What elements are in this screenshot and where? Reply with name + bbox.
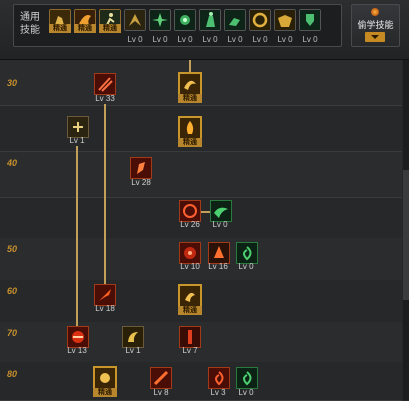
rising-kick-skill[interactable] <box>130 157 152 179</box>
skill-level: Lv 0 <box>302 35 318 44</box>
level-row: 40 <box>0 152 402 198</box>
level-row: 50 <box>0 238 402 284</box>
mastery-badge: 精通 <box>178 306 202 315</box>
skill-level: Lv 0 <box>277 35 293 44</box>
skill-level: Lv 28 <box>131 178 151 187</box>
green-star-icon[interactable] <box>149 9 171 31</box>
scrollbar-thumb[interactable] <box>403 170 409 300</box>
dragon-burst-skill[interactable]: 精通 <box>178 72 202 103</box>
golden-claw-skill[interactable] <box>122 326 144 348</box>
skill-connector <box>200 211 210 213</box>
flame-bird-icon[interactable]: 精通 <box>74 9 96 33</box>
steal-skill-button[interactable]: 偷学技能 <box>351 4 400 47</box>
green-shield-icon[interactable] <box>299 9 321 31</box>
running-man-icon[interactable]: 精通 <box>99 9 121 33</box>
skill-level: Lv 10 <box>180 262 200 271</box>
golden-swirl-skill[interactable]: 精通 <box>178 284 202 315</box>
green-wave-skill[interactable] <box>210 200 232 222</box>
flame-icon <box>371 8 379 16</box>
dropdown-arrow-icon[interactable] <box>365 32 385 42</box>
fire-slash-skill[interactable] <box>150 367 172 389</box>
level-label: 30 <box>7 78 18 88</box>
green-runner-icon[interactable] <box>224 9 246 31</box>
skill-level: Lv 26 <box>180 220 200 229</box>
green-warrior-icon[interactable] <box>199 9 221 31</box>
skill-level: Lv 33 <box>95 94 115 103</box>
top-bar: 通用技能 精通 精通 精通 Lv 0 Lv 0 Lv 0 Lv 0 Lv 0 L… <box>0 0 409 60</box>
skill-level: Lv 0 <box>238 388 254 397</box>
skill-level: Lv 8 <box>153 388 169 397</box>
claw-slash-skill[interactable] <box>94 73 116 95</box>
green-burst-icon[interactable] <box>174 9 196 31</box>
mastery-badge: 精通 <box>49 24 71 33</box>
skill-level: Lv 1 <box>69 136 85 145</box>
sword-spark-skill[interactable] <box>67 116 89 138</box>
green-spiral-skill[interactable] <box>236 242 258 264</box>
skill-level: Lv 0 <box>202 35 218 44</box>
skill-level: Lv 0 <box>177 35 193 44</box>
mastery-badge: 精通 <box>178 94 202 103</box>
red-cyclone-skill[interactable] <box>208 367 230 389</box>
skill-level: Lv 0 <box>212 220 228 229</box>
level-label: 70 <box>7 328 18 338</box>
mastery-badge: 精通 <box>74 24 96 33</box>
skill-level: Lv 13 <box>67 346 87 355</box>
scrollbar[interactable] <box>403 60 409 400</box>
common-skills-panel: 通用技能 精通 精通 精通 Lv 0 Lv 0 Lv 0 Lv 0 Lv 0 L… <box>13 4 342 47</box>
flame-hand-skill[interactable]: 精通 <box>178 116 202 147</box>
level-label: 50 <box>7 244 18 254</box>
skill-level: Lv 18 <box>95 304 115 313</box>
mastery-badge: 精通 <box>93 388 117 397</box>
common-skills-label: 通用技能 <box>20 12 40 36</box>
skill-level: Lv 0 <box>127 35 143 44</box>
level-label: 80 <box>7 369 18 379</box>
fire-blade-skill[interactable] <box>94 284 116 306</box>
skill-connector <box>76 146 78 326</box>
gold-figure-icon[interactable] <box>274 9 296 31</box>
wing-slash-icon[interactable] <box>124 9 146 31</box>
skill-level: Lv 0 <box>227 35 243 44</box>
skill-level: Lv 1 <box>125 346 141 355</box>
red-pillar-skill[interactable] <box>179 326 201 348</box>
red-beast-skill[interactable] <box>179 242 201 264</box>
skill-level: Lv 7 <box>182 346 198 355</box>
skill-level: Lv 0 <box>152 35 168 44</box>
gold-ring-icon[interactable] <box>249 9 271 31</box>
green-cyclone-skill[interactable] <box>236 367 258 389</box>
ember-tree-skill[interactable] <box>208 242 230 264</box>
level-row: 80 <box>0 362 402 401</box>
red-vortex-skill[interactable] <box>179 200 201 222</box>
level-label: 40 <box>7 158 18 168</box>
skill-level: Lv 16 <box>208 262 228 271</box>
golden-orb-skill[interactable]: 精通 <box>93 366 117 397</box>
level-label: 60 <box>7 286 18 296</box>
mastery-badge: 精通 <box>178 138 202 147</box>
skill-level: Lv 0 <box>238 262 254 271</box>
chair-rest-icon[interactable]: 精通 <box>49 9 71 33</box>
skill-level: Lv 3 <box>210 388 226 397</box>
skill-level: Lv 0 <box>252 35 268 44</box>
mastery-badge: 精通 <box>99 24 121 33</box>
skill-connector <box>189 60 191 72</box>
steal-skill-label: 偷学技能 <box>357 20 394 30</box>
skill-connector <box>104 104 106 288</box>
fire-dash-skill[interactable] <box>67 326 89 348</box>
